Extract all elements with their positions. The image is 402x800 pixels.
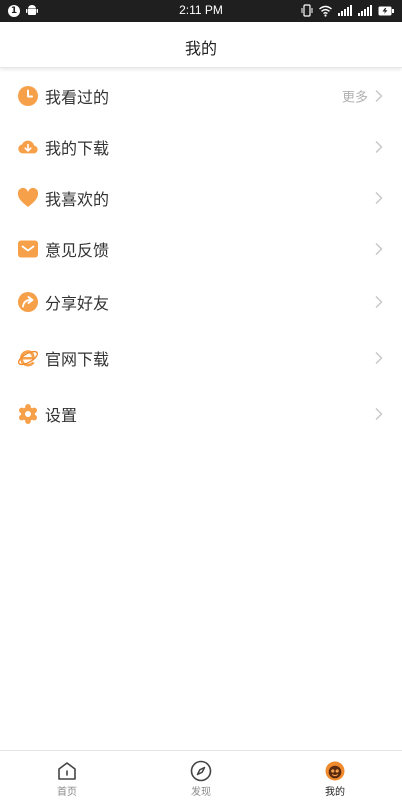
menu-item-settings[interactable]: 设置 — [0, 386, 402, 442]
tab-home[interactable]: 首页 — [0, 751, 134, 800]
more-link[interactable]: 更多 — [342, 86, 368, 105]
cloud-download-icon — [18, 140, 38, 153]
tab-label: 发现 — [191, 787, 211, 798]
menu-item-share[interactable]: 分享好友 — [0, 274, 402, 330]
menu-item-label: 官网下载 — [45, 350, 110, 369]
home-icon — [58, 762, 76, 780]
bottom-nav: 首页 发现 我的 — [0, 750, 402, 800]
chevron-right-icon — [375, 295, 383, 309]
mail-icon — [18, 240, 38, 257]
app-header: 我的 — [0, 22, 402, 68]
menu-list: 我看过的 更多 我的下载 我喜欢的 意见反馈 分享好友 官网下载 设置 — [0, 70, 402, 442]
profile-icon — [325, 761, 345, 781]
tab-discover[interactable]: 发现 — [134, 751, 268, 800]
menu-item-downloads[interactable]: 我的下载 — [0, 121, 402, 172]
menu-item-label: 我的下载 — [45, 138, 110, 158]
menu-item-label: 分享好友 — [45, 294, 110, 313]
vibrate-icon — [301, 4, 313, 17]
chevron-right-icon — [375, 242, 383, 255]
share-icon — [18, 292, 38, 312]
menu-item-label: 设置 — [45, 406, 78, 425]
chevron-right-icon — [375, 191, 383, 204]
tab-label: 首页 — [57, 787, 77, 798]
chevron-right-icon — [375, 351, 383, 365]
tab-label: 我的 — [325, 787, 345, 798]
signal-icon-2 — [358, 5, 372, 16]
chevron-right-icon — [375, 89, 383, 102]
gear-icon — [19, 404, 37, 424]
menu-item-feedback[interactable]: 意见反馈 — [0, 223, 402, 274]
chevron-right-icon — [375, 140, 383, 153]
signal-icon — [338, 5, 352, 16]
heart-icon — [17, 187, 39, 207]
chevron-right-icon — [375, 407, 383, 421]
browser-e-icon — [18, 350, 38, 367]
battery-icon — [378, 6, 394, 15]
menu-item-label: 我看过的 — [45, 87, 110, 107]
tab-mine[interactable]: 我的 — [268, 751, 402, 800]
wifi-icon — [319, 5, 332, 17]
menu-item-label: 我喜欢的 — [45, 189, 110, 209]
menu-item-favorites[interactable]: 我喜欢的 — [0, 172, 402, 223]
status-right — [301, 4, 394, 17]
menu-item-history[interactable]: 我看过的 更多 — [0, 70, 402, 121]
menu-item-label: 意见反馈 — [45, 240, 110, 260]
page-title: 我的 — [184, 39, 217, 58]
compass-icon — [190, 760, 212, 782]
status-bar: 1 2:11 PM — [0, 0, 402, 22]
clock-icon — [18, 85, 38, 106]
menu-item-official-download[interactable]: 官网下载 — [0, 330, 402, 386]
